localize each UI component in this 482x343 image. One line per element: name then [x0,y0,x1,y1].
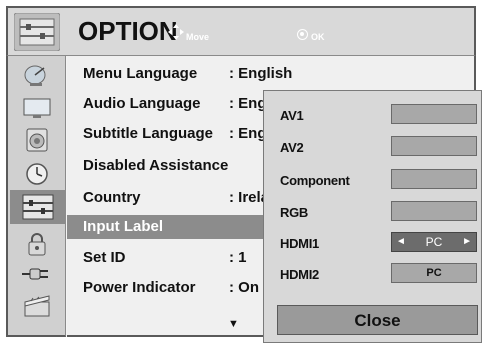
sidebar-item-option[interactable] [10,190,66,224]
row-value: : English [229,65,293,82]
row-label: Power Indicator [83,279,196,296]
ok-hint: OK [311,32,325,42]
label-value: PC [426,267,442,279]
speaker-icon [26,128,48,152]
popup-row-label: Component [280,173,350,188]
popup-row-label: AV1 [280,108,304,123]
close-button[interactable]: Close [277,305,478,335]
popup-row-av1[interactable]: AV1 [264,103,481,127]
ok-button-icon [297,29,308,40]
row-label: Input Label [83,218,163,235]
popup-row-label: AV2 [280,140,304,155]
menu-language-row[interactable]: Menu Language : English [67,62,476,86]
clock-icon [26,163,48,185]
popup-row-hdmi2[interactable]: HDMI2 PC [264,262,481,286]
popup-row-label: HDMI2 [280,267,319,282]
label-value-box[interactable] [391,104,477,124]
sidebar-item-time[interactable] [12,160,62,188]
label-value-box[interactable] [391,136,477,156]
popup-row-label: HDMI1 [280,236,319,251]
sidebar-item-input[interactable] [12,260,62,288]
sidebar-item-lock[interactable] [12,230,62,258]
row-value: : On [229,279,259,296]
arrow-right-icon[interactable]: ► [462,236,472,247]
row-label: Menu Language [83,65,198,82]
monitor-icon [23,98,51,118]
row-label: Audio Language [83,95,201,112]
popup-row-component[interactable]: Component [264,168,481,192]
row-label: Country [83,189,141,206]
popup-row-hdmi1[interactable]: HDMI1 ◄ PC ► [264,231,481,255]
popup-row-av2[interactable]: AV2 [264,135,481,159]
input-label-popup: AV1 AV2 Component RGB HDMI1 ◄ PC ► HDMI2… [263,90,482,343]
row-label: Set ID [83,249,126,266]
label-value-box[interactable]: PC [391,263,477,283]
scroll-down-icon[interactable]: ▼ [228,318,239,330]
label-value-selector[interactable]: ◄ PC ► [391,232,477,252]
popup-row-label: RGB [280,205,308,220]
move-hint: Move [186,32,210,42]
row-value: : 1 [229,249,247,266]
lock-icon [28,233,46,256]
row-value: : Eng [229,125,267,142]
sidebar-item-channel[interactable] [12,62,62,90]
row-value: : Eng [229,95,267,112]
label-value-box[interactable] [391,169,477,189]
page-title: OPTION [78,16,178,46]
sidebar-item-audio[interactable] [12,126,62,154]
sidebar-item-picture[interactable] [12,94,62,122]
media-slate-icon [24,295,50,317]
navigation-arrows-icon [168,24,184,40]
menu-header: OPTION Move OK [6,6,476,56]
close-button-label: Close [354,311,401,330]
row-label: Disabled Assistance [83,157,229,174]
popup-row-rgb[interactable]: RGB [264,200,481,224]
cable-plug-icon [22,268,48,280]
label-value-box[interactable] [391,201,477,221]
option-menu-icon [13,12,61,52]
sidebar-item-usb[interactable] [12,292,62,320]
satellite-dish-icon [24,65,46,86]
row-label: Subtitle Language [83,125,214,142]
option-menu-icon [22,194,54,220]
category-sidebar [6,56,66,337]
